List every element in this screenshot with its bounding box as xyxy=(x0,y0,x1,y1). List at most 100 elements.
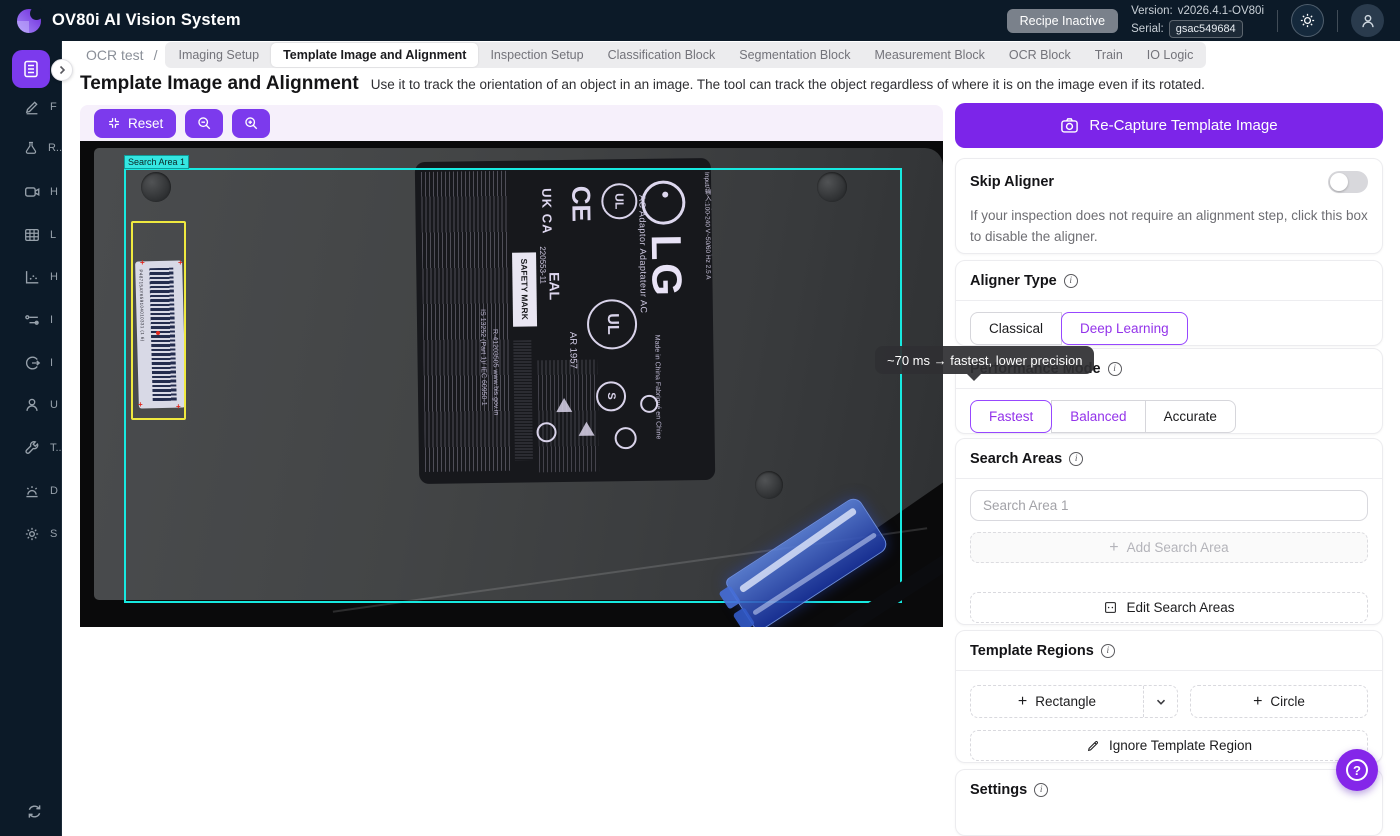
flask-icon xyxy=(23,139,39,157)
user-icon xyxy=(1359,12,1377,30)
sidebar-item-label: F xyxy=(50,101,57,113)
sidebar-nav: F R.. H L H I I U T.. xyxy=(0,41,62,836)
performance-balanced-button[interactable]: Balanced xyxy=(1051,400,1145,433)
search-area-item[interactable]: Search Area 1 xyxy=(970,490,1368,521)
plus-icon: + xyxy=(1109,539,1118,557)
tab-segmentation-block[interactable]: Segmentation Block xyxy=(727,43,862,67)
aligner-type-card: Aligner Type i Classical Deep Learning xyxy=(955,260,1383,346)
performance-accurate-button[interactable]: Accurate xyxy=(1145,400,1236,433)
alarm-icon xyxy=(23,482,41,500)
add-circle-region-button[interactable]: + Circle xyxy=(1190,685,1368,718)
circle-label: Circle xyxy=(1270,694,1305,709)
settings-label: Settings xyxy=(970,782,1027,798)
tab-imaging-setup[interactable]: Imaging Setup xyxy=(166,43,271,67)
skip-aligner-toggle[interactable] xyxy=(1328,171,1368,193)
pencil-icon xyxy=(23,98,41,116)
sun-icon xyxy=(1299,12,1316,29)
sidebar-item[interactable]: T.. xyxy=(0,438,62,458)
theme-toggle-button[interactable] xyxy=(1291,4,1324,37)
template-image-canvas[interactable]: LG AC Adaptor Adaptateur AC Input/输入:100… xyxy=(80,141,943,627)
app-logo-icon xyxy=(16,8,42,34)
sidebar-item[interactable]: D xyxy=(0,481,62,501)
divider xyxy=(956,670,1382,671)
breadcrumb[interactable]: OCR test xyxy=(86,47,144,63)
tab-io-logic[interactable]: IO Logic xyxy=(1135,43,1206,67)
tab-strip: Imaging Setup Template Image and Alignme… xyxy=(165,42,1206,68)
performance-fastest-button[interactable]: Fastest xyxy=(970,400,1052,433)
rectangle-dropdown-button[interactable] xyxy=(1143,686,1177,717)
edit-search-areas-button[interactable]: Edit Search Areas xyxy=(970,592,1368,623)
help-button[interactable]: ? xyxy=(1336,749,1378,791)
skip-aligner-description: If your inspection does not require an a… xyxy=(970,206,1368,248)
add-search-area-button[interactable]: + Add Search Area xyxy=(970,532,1368,563)
info-icon[interactable]: i xyxy=(1034,783,1048,797)
chevron-right-icon xyxy=(57,65,67,75)
recapture-template-image-button[interactable]: Re-Capture Template Image xyxy=(955,103,1383,148)
sidebar-item[interactable]: S xyxy=(0,524,62,544)
sidebar-item-label: L xyxy=(50,229,56,241)
sidebar-item[interactable]: H xyxy=(0,182,62,202)
tab-inspection-setup[interactable]: Inspection Setup xyxy=(478,43,595,67)
serial-value: gsac549684 xyxy=(1169,20,1243,39)
recipe-status-badge[interactable]: Recipe Inactive xyxy=(1007,9,1118,33)
divider xyxy=(956,388,1382,389)
info-icon[interactable]: i xyxy=(1064,274,1078,288)
sidebar-item-label: H xyxy=(50,271,58,283)
sidebar-item-active[interactable] xyxy=(12,50,50,88)
sidebar-item[interactable]: R.. xyxy=(0,138,62,158)
viewer-toolbar: Reset xyxy=(80,105,943,141)
sidebar-item-label: T.. xyxy=(50,442,62,454)
edit-areas-icon xyxy=(1103,600,1118,615)
performance-tooltip: ~70 ms → fastest, lower precision xyxy=(875,346,1094,374)
tab-train[interactable]: Train xyxy=(1083,43,1135,67)
template-regions-label: Template Regions xyxy=(970,643,1094,659)
performance-mode-segmented: Fastest Balanced Accurate xyxy=(970,400,1368,433)
tab-ocr-block[interactable]: OCR Block xyxy=(997,43,1083,67)
ignore-template-region-button[interactable]: Ignore Template Region xyxy=(970,730,1368,761)
info-icon[interactable]: i xyxy=(1108,362,1122,376)
user-menu-button[interactable] xyxy=(1351,4,1384,37)
chart-icon xyxy=(23,268,41,286)
sidebar-item-label: D xyxy=(50,485,58,497)
add-rectangle-region-button[interactable]: + Rectangle xyxy=(971,686,1143,717)
marker-pen-icon xyxy=(1086,738,1101,753)
sidebar-item[interactable]: F xyxy=(0,97,62,117)
aligner-type-label: Aligner Type xyxy=(970,273,1057,289)
breadcrumb-separator: / xyxy=(154,47,158,63)
aligner-deep-learning-button[interactable]: Deep Learning xyxy=(1061,312,1188,345)
sidebar-item-label: I xyxy=(50,314,53,326)
zoom-out-button[interactable] xyxy=(185,109,223,138)
skip-aligner-label: Skip Aligner xyxy=(970,174,1054,190)
sidebar-item[interactable]: I xyxy=(0,310,62,330)
flow-icon xyxy=(23,311,41,329)
sidebar-item[interactable]: L xyxy=(0,225,62,245)
info-icon[interactable]: i xyxy=(1069,452,1083,466)
version-block: Version:v2026.4.1-OV80i Serial:gsac54968… xyxy=(1131,3,1264,39)
tab-measurement-block[interactable]: Measurement Block xyxy=(862,43,996,67)
sidebar-item[interactable]: U xyxy=(0,395,62,415)
zoom-in-button[interactable] xyxy=(232,109,270,138)
aligner-classical-button[interactable]: Classical xyxy=(970,312,1062,345)
sidebar-item-label: I xyxy=(50,357,53,369)
app-title: OV80i AI Vision System xyxy=(52,11,241,30)
page-title: Template Image and Alignment xyxy=(80,73,359,95)
tab-classification-block[interactable]: Classification Block xyxy=(596,43,728,67)
sidebar-item-label: U xyxy=(50,399,58,411)
user-icon xyxy=(23,396,41,414)
refresh-button[interactable] xyxy=(25,802,44,821)
chevron-down-icon xyxy=(1155,696,1167,708)
sidebar-item[interactable]: I xyxy=(0,353,62,373)
reset-view-button[interactable]: Reset xyxy=(94,109,176,138)
sidebar-item[interactable]: H xyxy=(0,267,62,287)
tooltip-text: ~70 ms → fastest, lower precision xyxy=(887,353,1082,368)
info-icon[interactable]: i xyxy=(1101,644,1115,658)
zoom-in-icon xyxy=(243,115,259,131)
tab-template-image-and-alignment[interactable]: Template Image and Alignment xyxy=(271,43,478,67)
sidebar-item-label: H xyxy=(50,186,58,198)
search-areas-card: Search Areas i Search Area 1 + Add Searc… xyxy=(955,438,1383,625)
search-area-rectangle[interactable] xyxy=(124,168,902,603)
list-icon xyxy=(21,59,41,79)
grid-icon xyxy=(23,226,41,244)
page-description: Use it to track the orientation of an ob… xyxy=(371,77,1205,92)
sidebar-expand-button[interactable] xyxy=(51,59,73,81)
